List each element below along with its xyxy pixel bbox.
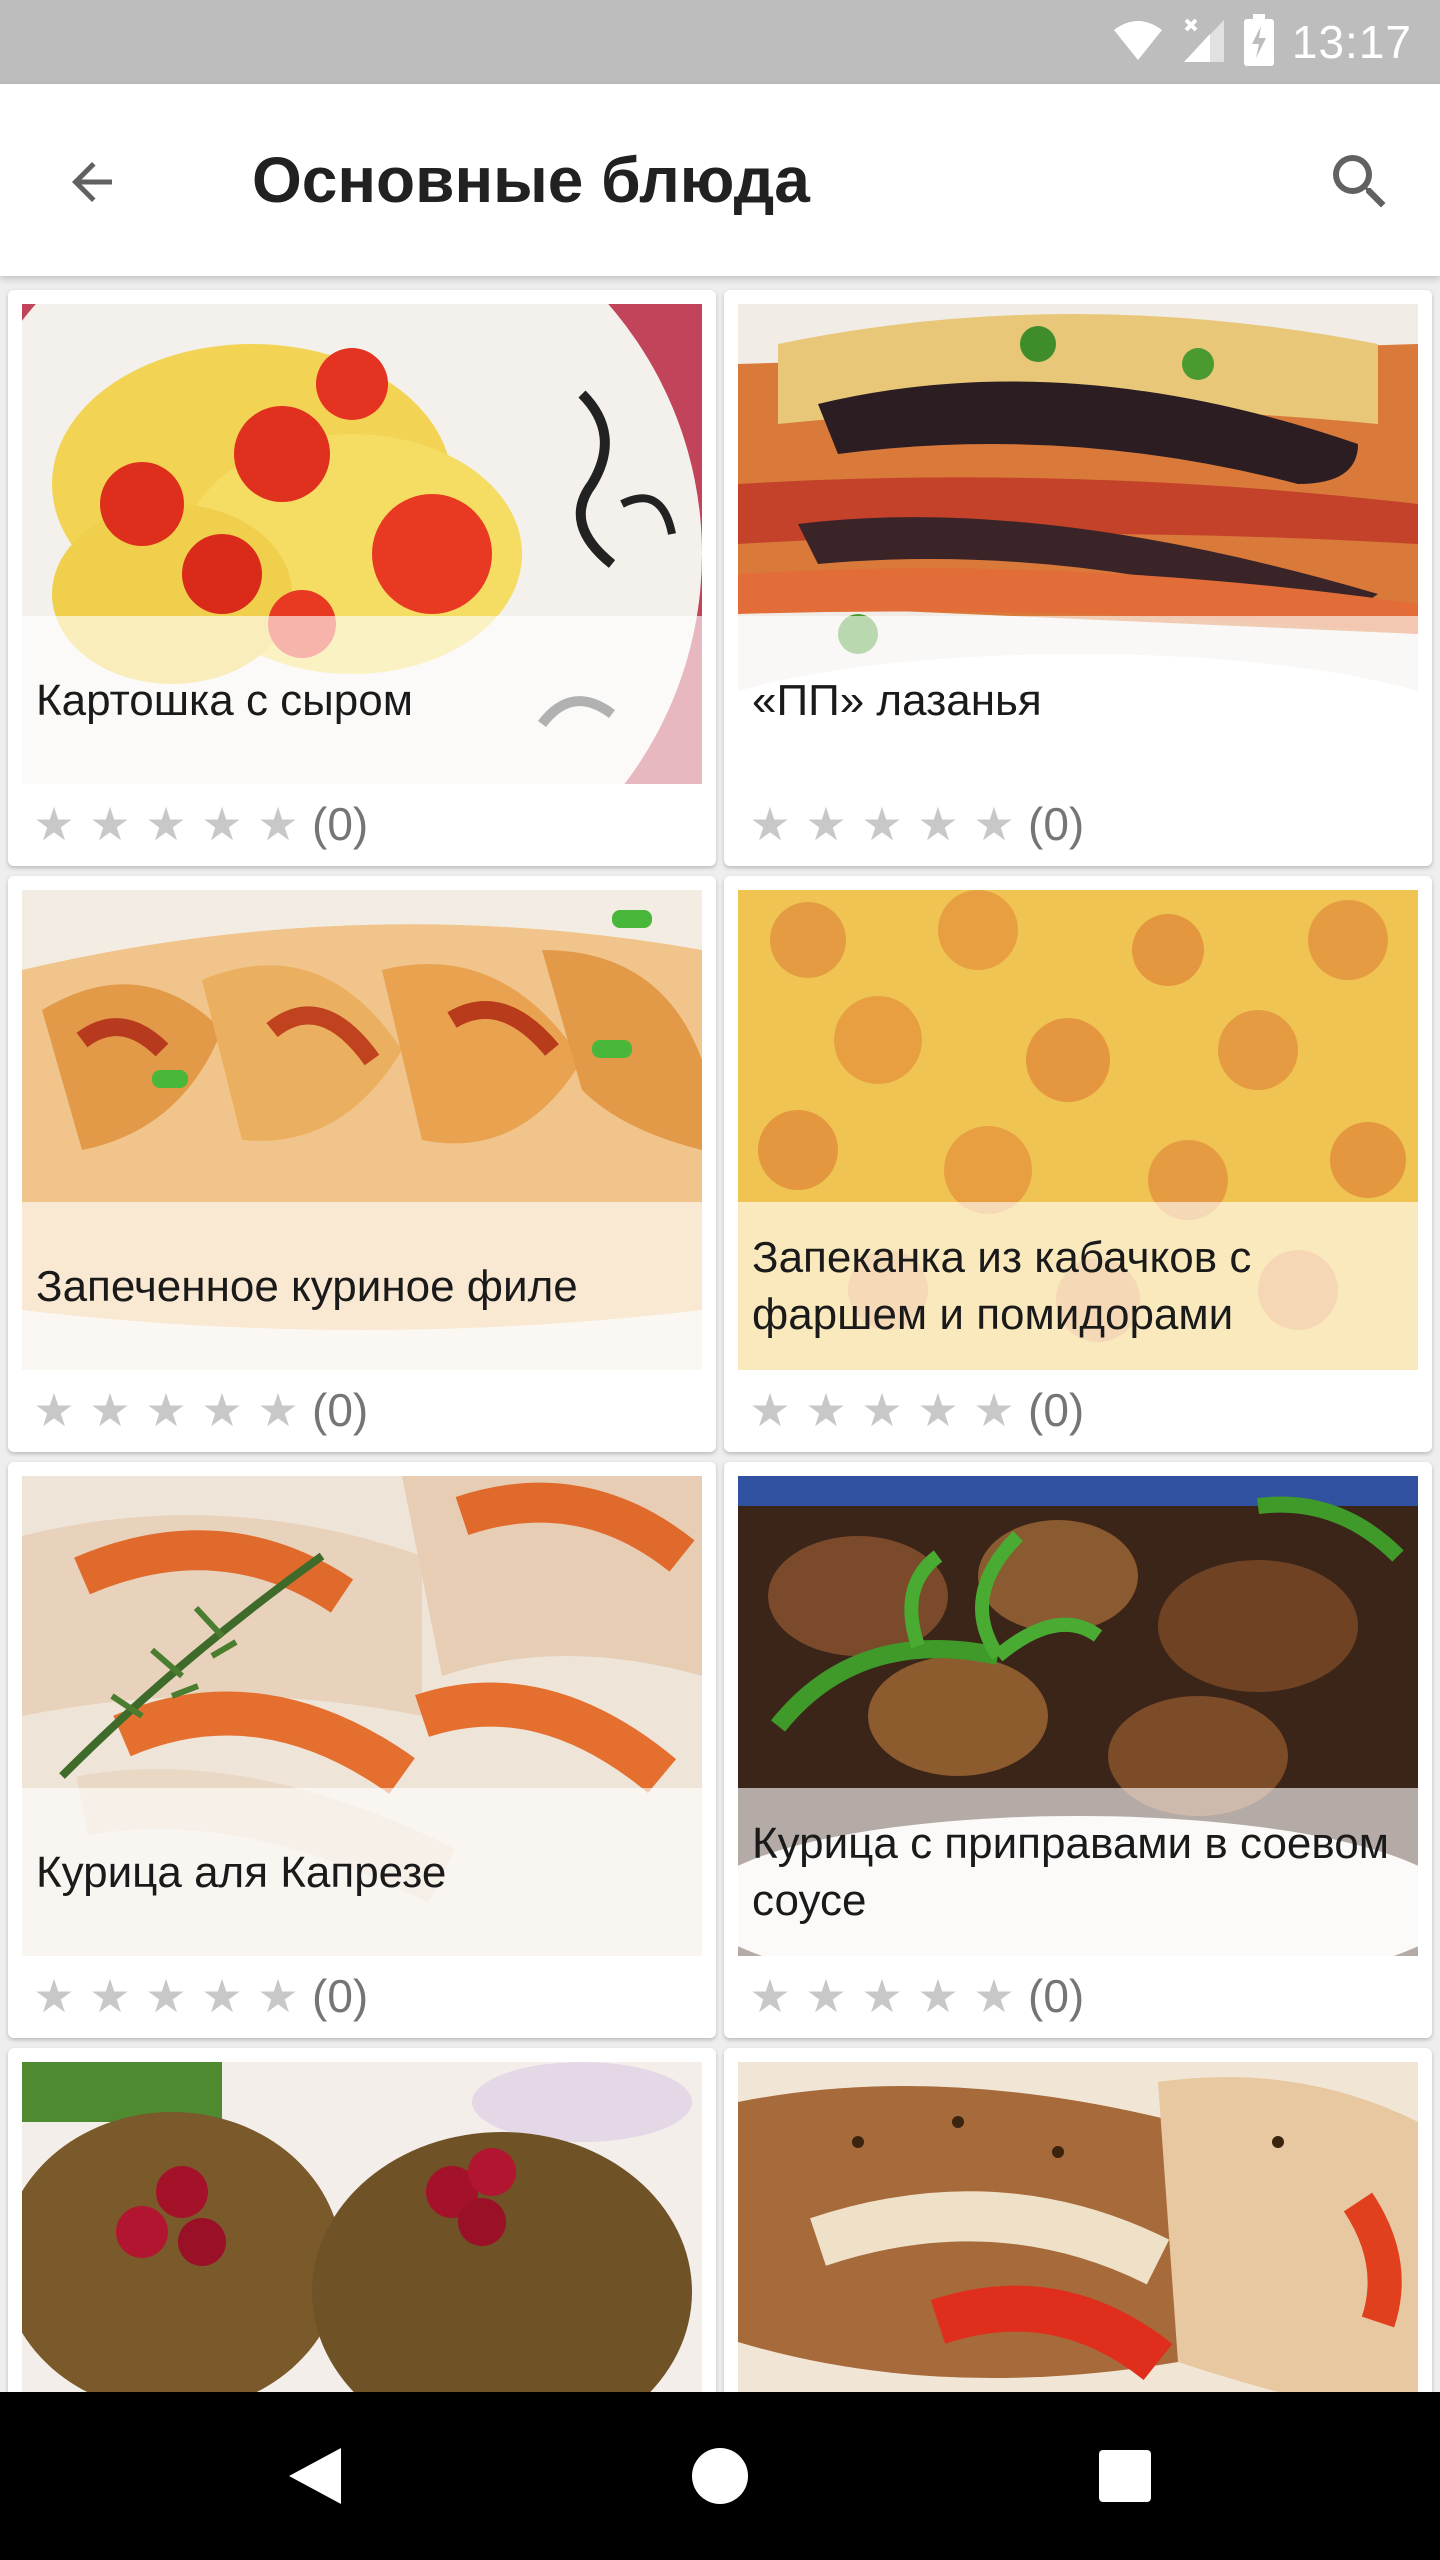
recipe-image: Картошка с сыром: [22, 304, 702, 784]
star-icon: ★: [749, 1384, 791, 1436]
recipe-card-chicken-soy-sauce[interactable]: Курица с приправами в соевом соусе ★ ★ ★…: [724, 1462, 1432, 2038]
recipe-grid: Картошка с сыром ★ ★ ★ ★ ★ (0) «ПП» лаза…: [0, 276, 1440, 2392]
rating-bar: ★ ★ ★ ★ ★ (0): [742, 1964, 1084, 2028]
recipe-image: [22, 2062, 702, 2392]
nav-back-button[interactable]: [231, 2392, 399, 2560]
rating-bar: ★ ★ ★ ★ ★ (0): [26, 1964, 368, 2028]
star-icon: ★: [749, 798, 791, 850]
star-icon: ★: [973, 798, 1015, 850]
app-bar: Основные блюда: [0, 84, 1440, 276]
star-icon: ★: [201, 798, 243, 850]
star-icon: ★: [861, 1970, 903, 2022]
title-overlay: Курица аля Капрезе: [22, 1788, 702, 1956]
home-circle-icon: [692, 2448, 748, 2504]
rating-count: (0): [1028, 798, 1085, 850]
star-icon: ★: [145, 798, 187, 850]
star-icon: ★: [917, 1384, 959, 1436]
recipe-image: Курица аля Капрезе: [22, 1476, 702, 1956]
recents-square-icon: [1099, 2450, 1151, 2502]
recipe-image: Запеченное куриное филе: [22, 890, 702, 1370]
recipe-card-partial-left[interactable]: [8, 2048, 716, 2392]
star-icon: ★: [805, 798, 847, 850]
back-triangle-icon: [289, 2448, 341, 2504]
signal-icon: [1182, 16, 1226, 69]
rating-bar: ★ ★ ★ ★ ★ (0): [742, 1378, 1084, 1442]
star-icon: ★: [145, 1970, 187, 2022]
recipe-image: «ПП» лазанья: [738, 304, 1418, 784]
recipe-card-baked-chicken[interactable]: Запеченное куриное филе ★ ★ ★ ★ ★ (0): [8, 876, 716, 1452]
title-overlay: Запеканка из кабачков с фаршем и помидор…: [738, 1202, 1418, 1370]
rating-count: (0): [312, 798, 369, 850]
recipe-card-pp-lasagna[interactable]: «ПП» лазанья ★ ★ ★ ★ ★ (0): [724, 290, 1432, 866]
rating-bar: ★ ★ ★ ★ ★ (0): [742, 792, 1084, 856]
recipe-card-potato-cheese[interactable]: Картошка с сыром ★ ★ ★ ★ ★ (0): [8, 290, 716, 866]
star-icon: ★: [89, 1384, 131, 1436]
nav-recents-button[interactable]: [1041, 2392, 1209, 2560]
star-icon: ★: [33, 798, 75, 850]
recipe-card-zucchini-casserole[interactable]: Запеканка из кабачков с фаршем и помидор…: [724, 876, 1432, 1452]
rating-count: (0): [1028, 1970, 1085, 2022]
star-icon: ★: [201, 1384, 243, 1436]
star-icon: ★: [861, 798, 903, 850]
wifi-icon: [1112, 18, 1164, 67]
search-icon: [1333, 155, 1386, 208]
search-button[interactable]: [1318, 140, 1402, 224]
title-overlay: Картошка с сыром: [22, 616, 702, 784]
rating-count: (0): [312, 1384, 369, 1436]
recipe-image: [738, 2062, 1418, 2392]
back-button[interactable]: [50, 140, 134, 224]
recipe-image: Курица с приправами в соевом соусе: [738, 1476, 1418, 1956]
star-icon: ★: [33, 1384, 75, 1436]
star-icon: ★: [201, 1970, 243, 2022]
recipe-image: Запеканка из кабачков с фаршем и помидор…: [738, 890, 1418, 1370]
star-icon: ★: [805, 1970, 847, 2022]
rating-bar: ★ ★ ★ ★ ★ (0): [26, 1378, 368, 1442]
star-icon: ★: [257, 798, 299, 850]
page-title: Основные блюда: [252, 144, 810, 216]
star-icon: ★: [973, 1970, 1015, 2022]
star-icon: ★: [917, 798, 959, 850]
status-icons: 13:17: [1112, 0, 1412, 84]
rating-bar: ★ ★ ★ ★ ★ (0): [26, 792, 368, 856]
arrow-back-icon: [72, 162, 112, 202]
star-icon: ★: [861, 1384, 903, 1436]
recipe-title: Курица с приправами в соевом соусе: [752, 1819, 1389, 1925]
star-icon: ★: [973, 1384, 1015, 1436]
recipe-card-chicken-caprese[interactable]: Курица аля Капрезе ★ ★ ★ ★ ★ (0): [8, 1462, 716, 2038]
recipe-title: Курица аля Капрезе: [36, 1847, 447, 1897]
star-icon: ★: [89, 798, 131, 850]
recipe-card-partial-right[interactable]: [724, 2048, 1432, 2392]
star-icon: ★: [89, 1970, 131, 2022]
title-overlay: Курица с приправами в соевом соусе: [738, 1788, 1418, 1956]
rating-count: (0): [312, 1970, 369, 2022]
nav-home-button[interactable]: [636, 2392, 804, 2560]
star-icon: ★: [257, 1384, 299, 1436]
star-icon: ★: [257, 1970, 299, 2022]
recipe-title: «ПП» лазанья: [752, 675, 1042, 725]
recipe-title: Запеканка из кабачков с фаршем и помидор…: [752, 1233, 1252, 1339]
title-overlay: Запеченное куриное филе: [22, 1202, 702, 1370]
star-icon: ★: [805, 1384, 847, 1436]
battery-icon: [1243, 13, 1274, 71]
recipe-title: Картошка с сыром: [36, 675, 413, 725]
status-time: 13:17: [1291, 16, 1412, 68]
star-icon: ★: [33, 1970, 75, 2022]
navigation-bar: [0, 2392, 1440, 2560]
star-icon: ★: [145, 1384, 187, 1436]
recipe-title: Запеченное куриное филе: [36, 1261, 578, 1311]
status-bar: 13:17: [0, 0, 1440, 84]
star-icon: ★: [749, 1970, 791, 2022]
title-overlay: «ПП» лазанья: [738, 616, 1418, 784]
star-icon: ★: [917, 1970, 959, 2022]
rating-count: (0): [1028, 1384, 1085, 1436]
